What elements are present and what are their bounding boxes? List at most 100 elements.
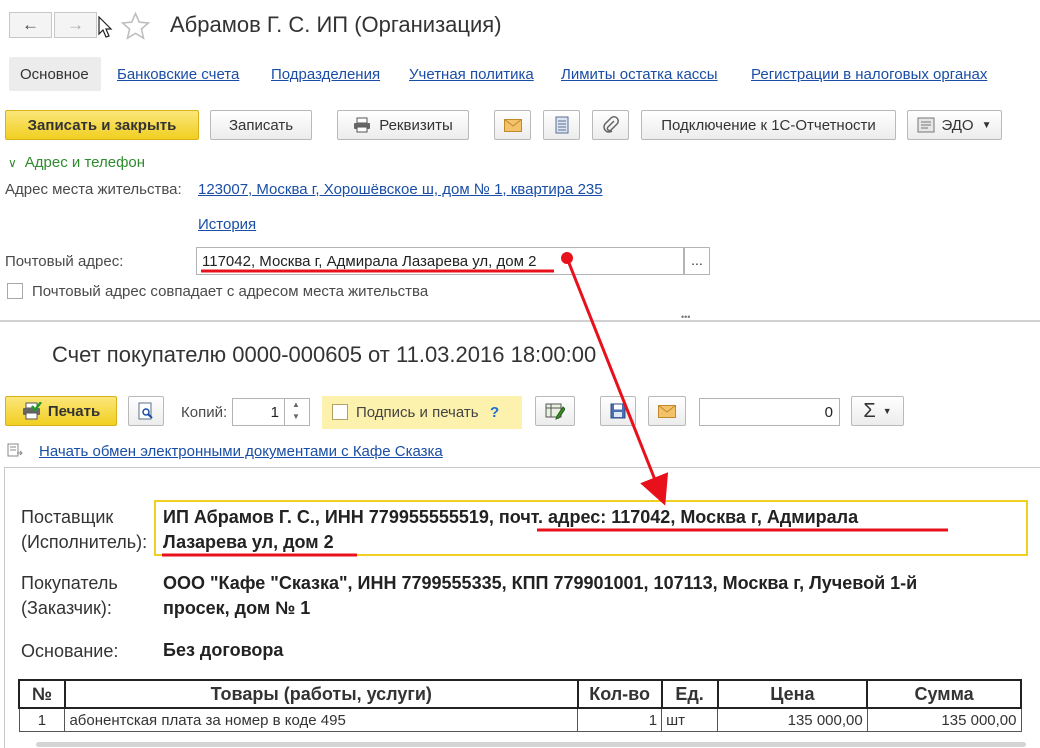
save-and-close-button[interactable]: Записать и закрыть: [5, 110, 199, 140]
back-button[interactable]: ←: [9, 12, 52, 38]
copies-value: 1: [270, 404, 279, 421]
postal-address-field[interactable]: 117042, Москва г, Адмирала Лазарева ул, …: [196, 247, 684, 275]
exchange-icon: [7, 443, 23, 457]
column-header-qty: Кол-во: [576, 679, 663, 709]
sigma-icon: Σ: [863, 399, 876, 422]
print-label: Печать: [47, 402, 101, 420]
stepper-up-icon[interactable]: ▲: [292, 400, 300, 409]
connect-reporting-button[interactable]: Подключение к 1С-Отчетности: [641, 110, 896, 140]
tab-accounting-policy[interactable]: Учетная политика: [409, 66, 534, 83]
arrow-left-icon: ←: [22, 15, 39, 34]
help-icon[interactable]: ?: [490, 404, 499, 421]
chevron-down-icon: ∨: [8, 156, 17, 170]
basis-value: Без договора: [163, 640, 284, 660]
save-button[interactable]: Записать: [210, 110, 312, 140]
paperclip-icon: [602, 116, 619, 133]
copies-input[interactable]: 1 ▲ ▼: [232, 398, 310, 426]
buyer-label-line2: (Заказчик):: [21, 598, 112, 618]
table-edit-icon: [545, 403, 565, 420]
postal-address-label: Почтовый адрес:: [5, 253, 124, 270]
requisites-label: Реквизиты: [379, 116, 453, 134]
forward-button[interactable]: →: [54, 12, 97, 38]
mouse-cursor-icon: [98, 16, 113, 38]
splitter-grip-icon: •••: [681, 312, 691, 322]
table-header-row: № Товары (работы, услуги) Кол-во Ед. Цен…: [18, 679, 1022, 709]
column-header-number: №: [18, 679, 66, 709]
postal-same-label: Почтовый адрес совпадает с адресом места…: [32, 283, 429, 300]
postal-same-checkbox[interactable]: [7, 283, 23, 299]
tab-tax-registrations[interactable]: Регистрации в налоговых органах: [751, 66, 987, 83]
column-header-sum: Сумма: [866, 679, 1022, 709]
copies-stepper[interactable]: ▲ ▼: [284, 399, 309, 425]
history-link[interactable]: История: [198, 216, 256, 233]
cell-number: 1: [18, 707, 66, 732]
edo-label: ЭДО: [941, 116, 974, 134]
tab-main-label: Основное: [20, 66, 89, 83]
column-header-unit: Ед.: [660, 679, 719, 709]
supplier-line1: ИП Абрамов Г. С., ИНН 779955555519, почт…: [163, 507, 859, 527]
supplier-label-line2: (Исполнитель):: [21, 532, 148, 552]
sign-and-stamp-checkbox[interactable]: [332, 404, 348, 420]
print-preview-icon: [138, 402, 153, 420]
supplier-line2: Лазарева ул, дом 2: [163, 532, 334, 552]
column-header-price: Цена: [716, 679, 869, 709]
connect-reporting-label: Подключение к 1С-Отчетности: [661, 116, 876, 134]
edo-menu-button[interactable]: ЭДО ▼: [907, 110, 1002, 140]
document-list-button[interactable]: [543, 110, 580, 140]
edo-exchange-link[interactable]: Начать обмен электронными документами с …: [39, 443, 443, 460]
cell-unit: шт: [661, 707, 718, 732]
cell-price: 135 000,00: [717, 707, 868, 732]
sum-value: 0: [824, 404, 833, 421]
invoice-title: Счет покупателю 0000-000605 от 11.03.201…: [52, 342, 597, 367]
basis-label: Основание:: [21, 641, 119, 661]
edo-icon: [917, 117, 935, 133]
envelope-icon: [503, 118, 522, 132]
stepper-down-icon[interactable]: ▼: [292, 412, 300, 421]
print-button[interactable]: Печать: [5, 396, 117, 426]
address-section-title: Адрес и телефон: [24, 154, 146, 171]
residence-address-link[interactable]: 123007, Москва г, Хорошёвское ш, дом № 1…: [198, 181, 603, 198]
horizontal-scrollbar[interactable]: [36, 742, 1026, 747]
address-section-header[interactable]: ∨ Адрес и телефон: [8, 154, 145, 171]
postal-address-select-button[interactable]: ...: [684, 247, 710, 275]
table-row: 1 абонентская плата за номер в коде 495 …: [18, 707, 1022, 732]
envelope-icon: [658, 404, 676, 418]
sum-mode-button[interactable]: Σ ▼: [851, 396, 904, 426]
tab-main[interactable]: Основное: [9, 57, 101, 91]
save-and-close-label: Записать и закрыть: [27, 116, 177, 134]
printer-icon: [354, 117, 371, 133]
chevron-down-icon: ▼: [882, 406, 892, 416]
copies-label: Копий:: [181, 404, 228, 421]
supplier-label-line1: Поставщик: [21, 507, 114, 527]
sign-and-stamp-toggle[interactable]: Подпись и печать ?: [322, 396, 522, 429]
cell-qty: 1: [577, 707, 663, 732]
items-table: № Товары (работы, услуги) Кол-во Ед. Цен…: [18, 679, 1022, 732]
chevron-down-icon: ▼: [981, 119, 992, 131]
tab-bank-accounts[interactable]: Банковские счета: [117, 66, 239, 83]
postal-address-value: 117042, Москва г, Адмирала Лазарева ул, …: [202, 253, 537, 270]
window-title: Абрамов Г. С. ИП (Организация): [170, 12, 502, 37]
buyer-line2: просек, дом № 1: [163, 598, 311, 618]
red-arrow-annotation: [565, 257, 669, 506]
buyer-label-line1: Покупатель: [21, 573, 118, 593]
list-icon: [555, 116, 568, 134]
column-header-goods: Товары (работы, услуги): [63, 679, 579, 709]
sum-field[interactable]: 0: [699, 398, 840, 426]
send-email-button[interactable]: [494, 110, 531, 140]
star-favorite-icon[interactable]: [119, 11, 152, 42]
floppy-disk-icon: [610, 403, 626, 419]
panel-splitter[interactable]: [0, 320, 1040, 322]
tab-departments[interactable]: Подразделения: [271, 66, 380, 83]
tab-cash-limits[interactable]: Лимиты остатка кассы: [561, 66, 718, 83]
cell-sum: 135 000,00: [866, 707, 1022, 732]
save-document-button[interactable]: [600, 396, 636, 426]
attach-file-button[interactable]: [592, 110, 629, 140]
buyer-line1: ООО "Кафе "Сказка", ИНН 7799555335, КПП …: [163, 573, 918, 593]
email-document-button[interactable]: [648, 396, 686, 426]
edit-document-button[interactable]: [535, 396, 575, 426]
print-check-icon: [22, 402, 42, 420]
requisites-button[interactable]: Реквизиты: [337, 110, 469, 140]
save-label: Записать: [228, 116, 294, 134]
sign-and-stamp-label: Подпись и печать: [356, 404, 479, 421]
print-preview-button[interactable]: [128, 396, 164, 426]
